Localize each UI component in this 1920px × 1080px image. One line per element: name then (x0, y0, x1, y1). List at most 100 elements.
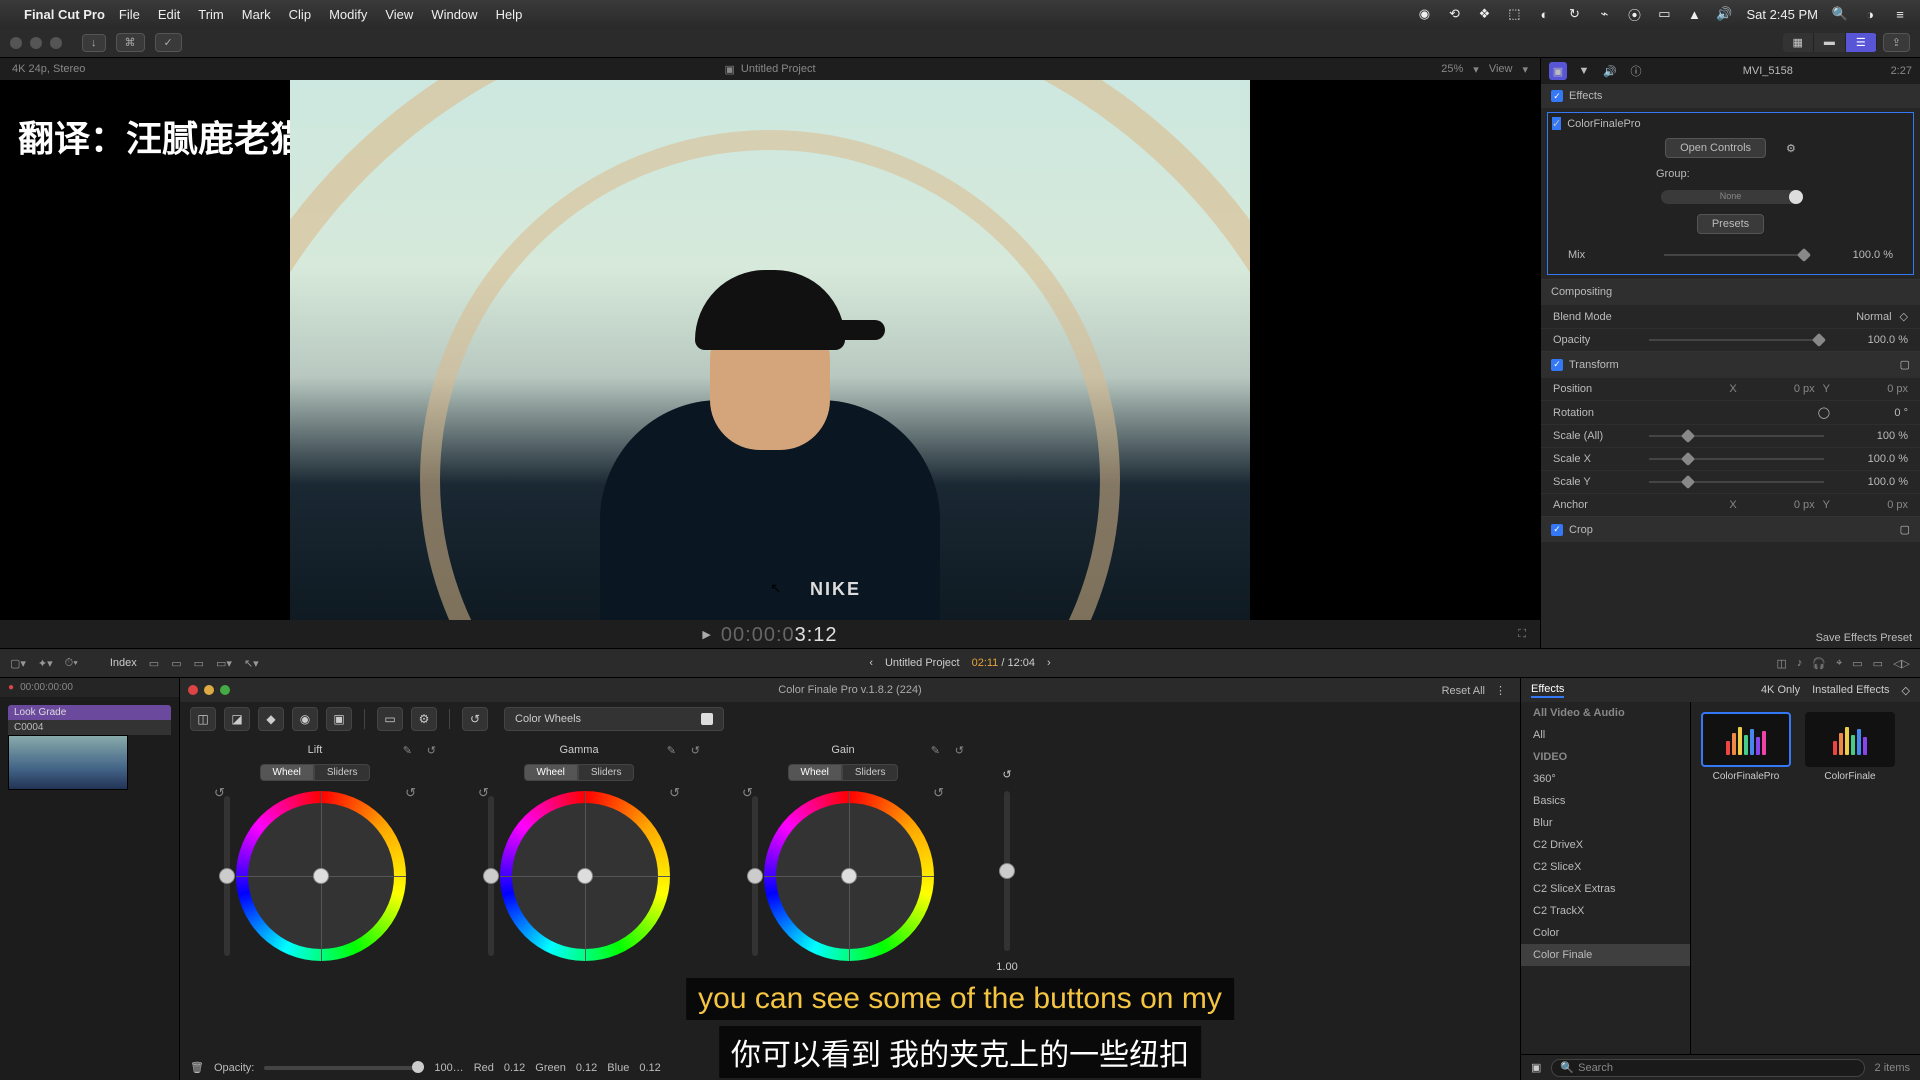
volume-icon[interactable]: 🔊 (1716, 6, 1732, 22)
gamma-sliders-tab[interactable]: Sliders (578, 764, 635, 781)
scale-all-slider[interactable] (1649, 435, 1824, 437)
retime-popup-icon[interactable]: ⏱▾ (65, 657, 78, 670)
crop-header[interactable]: ✓Crop▢ (1541, 517, 1920, 542)
menu-mark[interactable]: Mark (242, 7, 271, 22)
connect-clip-icon[interactable]: ▭ (149, 657, 159, 670)
anchor-y[interactable]: 0 px (1838, 499, 1908, 511)
lift-sliders-tab[interactable]: Sliders (314, 764, 371, 781)
menu-window[interactable]: Window (431, 7, 477, 22)
reset-all-button[interactable]: Reset All (1442, 685, 1485, 697)
red-value[interactable]: 0.12 (504, 1062, 525, 1074)
blue-value[interactable]: 0.12 (639, 1062, 660, 1074)
gain-sliders-tab[interactable]: Sliders (842, 764, 899, 781)
fx-cat-c2trackx[interactable]: C2 TrackX (1521, 900, 1690, 922)
cfp-mode-checkbox[interactable] (701, 713, 713, 725)
lift-wheel-tab[interactable]: Wheel (260, 764, 314, 781)
wifi-icon[interactable]: ⦿ (1626, 6, 1642, 22)
color-inspector-tab-icon[interactable]: ▼ (1575, 62, 1593, 80)
effects-checkbox[interactable]: ✓ (1551, 90, 1563, 102)
presets-button[interactable]: Presets (1697, 214, 1764, 234)
fx-cat-color[interactable]: Color (1521, 922, 1690, 944)
view-menu[interactable]: View (1489, 63, 1513, 75)
menu-clip[interactable]: Clip (289, 7, 311, 22)
scale-x-slider[interactable] (1649, 458, 1824, 460)
crop-checkbox[interactable]: ✓ (1551, 524, 1563, 536)
mix-value[interactable]: 100.0 % (1823, 249, 1893, 261)
fx-item-cf[interactable]: ColorFinale (1805, 712, 1895, 782)
menu-modify[interactable]: Modify (329, 7, 367, 22)
rotation-value[interactable]: 0 ° (1838, 407, 1908, 419)
app-icon[interactable]: ◐ (1536, 6, 1552, 22)
trash-icon[interactable]: 🗑 (190, 1061, 204, 1074)
fx-view-icon[interactable]: ▣ (1531, 1061, 1541, 1074)
zoom-level[interactable]: 25% (1441, 63, 1463, 75)
audio-skim-icon[interactable]: ♪ (1797, 657, 1803, 670)
cfp-lut-icon[interactable]: ◉ (292, 707, 318, 731)
gain-color-wheel[interactable] (764, 791, 934, 961)
lift-reset-icon[interactable]: ↺ (427, 744, 436, 757)
gamma-color-wheel[interactable] (500, 791, 670, 961)
cfp-reset-icon[interactable]: ↺ (462, 707, 488, 731)
pos-x[interactable]: 0 px (1745, 383, 1815, 395)
timeline-next-icon[interactable]: › (1047, 657, 1051, 669)
effects-section-header[interactable]: ✓ Effects (1541, 84, 1920, 108)
window-controls[interactable] (10, 37, 62, 49)
fullscreen-icon[interactable]: ⛶ (1518, 628, 1526, 641)
audio-inspector-tab-icon[interactable]: 🔊 (1601, 62, 1619, 80)
library-popup-icon[interactable]: ▢▾ (10, 657, 26, 670)
sync-icon[interactable]: ⟲ (1446, 6, 1462, 22)
workspace-library-icon[interactable]: ▦ (1783, 33, 1814, 52)
bluetooth-icon[interactable]: ⌁ (1596, 6, 1612, 22)
cfp-hsl-icon[interactable]: ◆ (258, 707, 284, 731)
anchor-x[interactable]: 0 px (1745, 499, 1815, 511)
scale-all-value[interactable]: 100 % (1838, 430, 1908, 442)
fx-4k-filter[interactable]: 4K Only (1761, 684, 1800, 696)
skimming-icon[interactable]: ◫ (1776, 657, 1786, 670)
fx-search-input[interactable]: 🔍Search (1551, 1059, 1864, 1077)
open-controls-button[interactable]: Open Controls (1665, 138, 1766, 158)
import-button[interactable]: ↓ (82, 34, 106, 52)
menu-view[interactable]: View (385, 7, 413, 22)
video-inspector-tab-icon[interactable]: ▣ (1549, 62, 1567, 80)
gamma-reset-icon[interactable]: ↺ (691, 744, 700, 757)
saturation-slider[interactable] (1004, 791, 1010, 951)
fx-cat-360[interactable]: 360° (1521, 768, 1690, 790)
cfp-vector-icon[interactable]: ▣ (326, 707, 352, 731)
scale-y-value[interactable]: 100.0 % (1838, 476, 1908, 488)
gain-reset-icon[interactable]: ↺ (955, 744, 964, 757)
opacity-slider[interactable] (1649, 339, 1824, 341)
cfp-enable-checkbox[interactable]: ✓ (1552, 117, 1561, 130)
fx-installed-filter[interactable]: Installed Effects (1812, 684, 1889, 696)
gamma-reset-right-icon[interactable]: ↺ (669, 785, 680, 801)
fx-chevron-icon[interactable]: ◇ (1902, 684, 1910, 697)
timeline-prev-icon[interactable]: ‹ (869, 657, 873, 669)
cfp-menu-icon[interactable]: ⋮ (1495, 684, 1506, 697)
scale-y-slider[interactable] (1649, 481, 1824, 483)
fx-item-cfp[interactable]: ColorFinalePro (1701, 712, 1791, 782)
transform-onscreen-icon[interactable]: ▢ (1900, 358, 1910, 371)
gain-eyedropper-icon[interactable]: ✎ (931, 744, 940, 757)
notification-icon[interactable]: ≡ (1892, 6, 1908, 22)
battery-icon[interactable]: ▭ (1656, 6, 1672, 22)
record-icon[interactable]: ◉ (1416, 6, 1432, 22)
workspace-segmented[interactable]: ▦ ▬ ☰ (1783, 33, 1877, 52)
clip-appearance-icon[interactable]: ▭ (1873, 657, 1883, 670)
dropbox2-icon[interactable]: ⬚ (1506, 6, 1522, 22)
transform-checkbox[interactable]: ✓ (1551, 359, 1563, 371)
cfp-window-controls[interactable] (188, 685, 230, 695)
menu-edit[interactable]: Edit (158, 7, 180, 22)
workspace-inspector-icon[interactable]: ☰ (1846, 33, 1877, 52)
fx-cat-c2slicex-ex[interactable]: C2 SliceX Extras (1521, 878, 1690, 900)
play-button-icon[interactable]: ▶ (702, 628, 710, 641)
transform-header[interactable]: ✓Transform▢ (1541, 352, 1920, 377)
fx-cat-allva[interactable]: All Video & Audio (1521, 702, 1690, 724)
mix-slider[interactable] (1664, 254, 1809, 256)
arrow-tool-icon[interactable]: ↖▾ (244, 657, 259, 670)
timeline-clip[interactable]: Look Grade C0004 (8, 705, 171, 790)
timecode-display[interactable]: 00:00:03:12 (721, 622, 838, 647)
dropbox-icon[interactable]: ❖ (1476, 6, 1492, 22)
menu-trim[interactable]: Trim (198, 7, 224, 22)
fx-cat-colorfinale[interactable]: Color Finale (1521, 944, 1690, 966)
gamma-wheel-tab[interactable]: Wheel (524, 764, 578, 781)
fx-cat-all[interactable]: All (1521, 724, 1690, 746)
